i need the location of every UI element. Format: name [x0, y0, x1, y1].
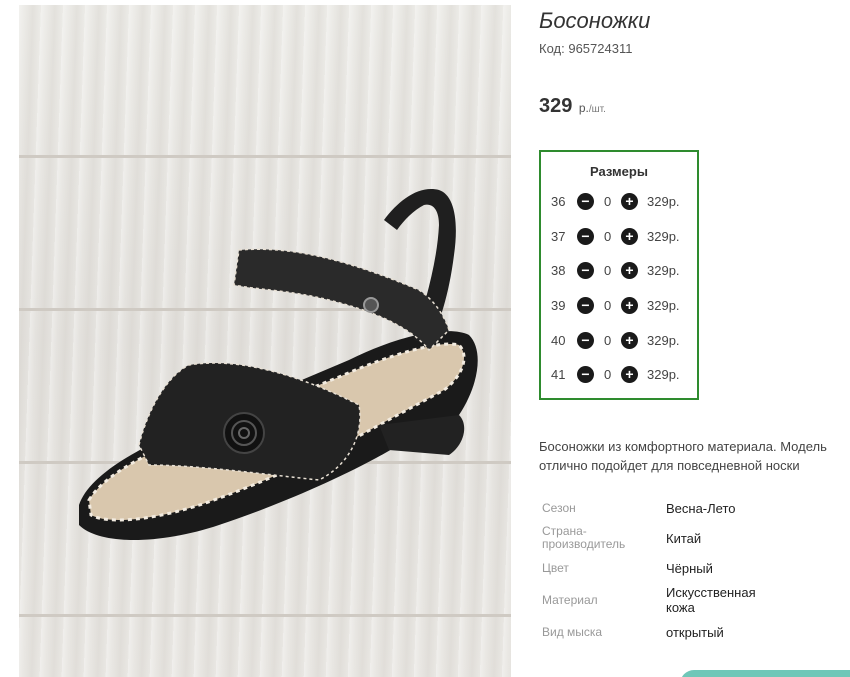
product-code-value: 965724311: [568, 41, 633, 56]
size-row: 40 − 0 + 329р.: [541, 331, 697, 351]
spec-value: Чёрный: [666, 561, 713, 576]
spec-label: Сезон: [542, 501, 576, 515]
size-number: 36: [551, 194, 566, 209]
size-quantity: 0: [604, 194, 612, 209]
plus-icon[interactable]: +: [621, 332, 638, 349]
minus-icon[interactable]: −: [577, 262, 594, 279]
size-price: 329р.: [647, 298, 680, 313]
price-unit: р./шт.: [579, 101, 606, 115]
size-quantity: 0: [604, 229, 612, 244]
minus-icon[interactable]: −: [577, 228, 594, 245]
price-currency: р.: [578, 101, 589, 115]
price-value: 329: [539, 95, 573, 117]
plus-icon[interactable]: +: [621, 228, 638, 245]
minus-icon[interactable]: −: [577, 332, 594, 349]
size-quantity: 0: [604, 367, 612, 382]
size-row: 38 − 0 + 329р.: [541, 261, 697, 281]
minus-icon[interactable]: −: [577, 297, 594, 314]
plus-icon[interactable]: +: [621, 262, 638, 279]
sizes-title: Размеры: [590, 164, 648, 179]
price-per: /шт.: [588, 104, 606, 115]
spec-label: Цвет: [542, 561, 569, 575]
size-number: 39: [551, 298, 566, 313]
size-number: 37: [551, 229, 566, 244]
plus-icon[interactable]: +: [621, 193, 638, 210]
spec-value: Китай: [666, 531, 702, 546]
size-number: 41: [551, 367, 566, 382]
size-price: 329р.: [647, 263, 680, 278]
size-price: 329р.: [647, 229, 680, 244]
size-row: 41 − 0 + 329р.: [541, 365, 697, 385]
size-price: 329р.: [647, 367, 680, 382]
size-number: 38: [551, 263, 566, 278]
sizes-panel: Размеры 36 − 0 + 329р. 37 − 0 + 329р. 38…: [539, 150, 699, 400]
size-number: 40: [551, 333, 566, 348]
minus-icon[interactable]: −: [577, 366, 594, 383]
spec-label: Материал: [542, 593, 598, 607]
plus-icon[interactable]: +: [621, 297, 638, 314]
spec-value: Весна-Лето: [666, 501, 736, 516]
spec-value: Искусственная кожа: [666, 585, 756, 615]
size-row: 37 − 0 + 329р.: [541, 227, 697, 247]
size-row: 36 − 0 + 329р.: [541, 192, 697, 212]
size-quantity: 0: [604, 298, 612, 313]
product-code-label: Код:: [539, 41, 565, 56]
sandal-illustration: [79, 189, 478, 540]
spec-label: Страна-производитель: [542, 524, 626, 551]
product-description: Босоножки из комфортного материала. Моде…: [539, 439, 827, 473]
size-quantity: 0: [604, 333, 612, 348]
spec-value: открытый: [666, 625, 724, 640]
chat-widget-tab[interactable]: [680, 670, 850, 677]
size-price: 329р.: [647, 333, 680, 348]
minus-icon[interactable]: −: [577, 193, 594, 210]
product-code: Код: 965724311: [539, 41, 632, 56]
size-quantity: 0: [604, 263, 612, 278]
product-title: Босоножки: [539, 8, 651, 33]
spec-label: Вид мыска: [542, 625, 603, 639]
product-image[interactable]: [19, 5, 511, 677]
size-price: 329р.: [647, 194, 680, 209]
plus-icon[interactable]: +: [621, 366, 638, 383]
product-price: 329 р./шт.: [539, 95, 606, 118]
size-row: 39 − 0 + 329р.: [541, 296, 697, 316]
